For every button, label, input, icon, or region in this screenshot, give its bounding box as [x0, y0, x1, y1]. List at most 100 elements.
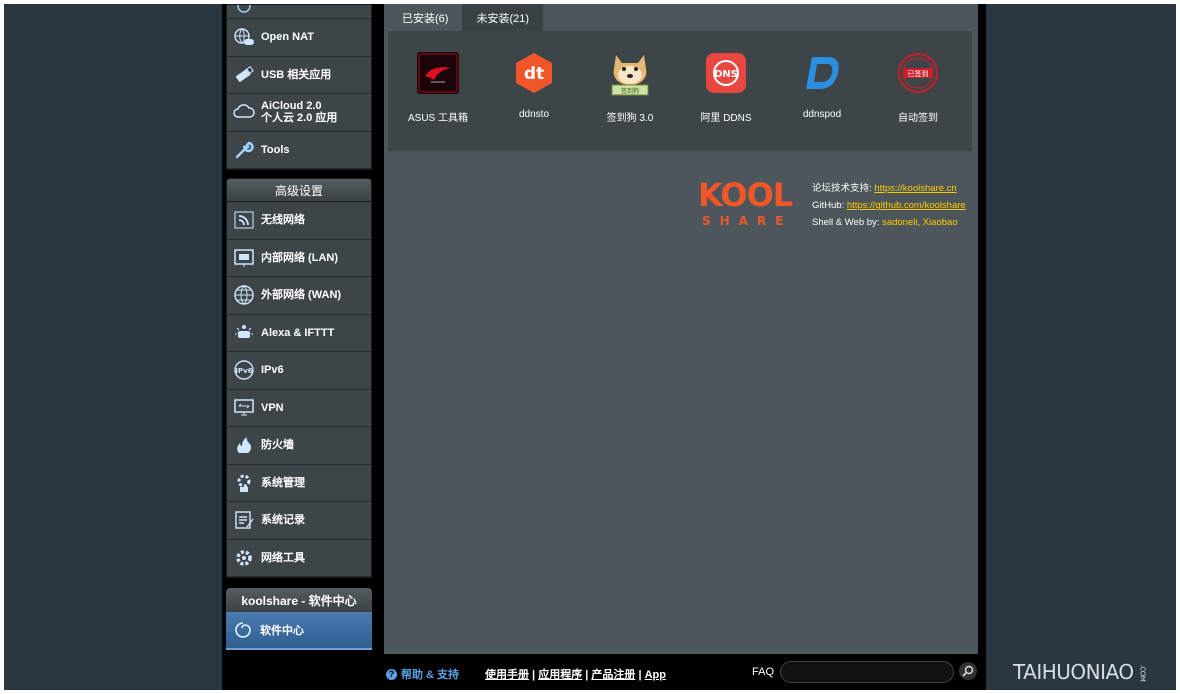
- sidebar-item-tools[interactable]: Tools: [227, 131, 371, 169]
- doge-icon: 签到狗: [608, 51, 652, 96]
- help-label: 帮助 & 支持: [401, 669, 460, 681]
- register-link[interactable]: 产品注册: [591, 669, 635, 681]
- app-name: ASUS 工具箱: [407, 113, 468, 124]
- app-name: ddnsto: [518, 109, 550, 120]
- sidebar-item-open-nat[interactable]: Open NAT: [227, 19, 371, 57]
- firewall-icon: [233, 434, 255, 456]
- sidebar-item-system-admin[interactable]: 系统管理: [227, 464, 371, 502]
- dns-icon: DNS: [704, 51, 748, 95]
- stamp-icon: 已签到: [896, 51, 940, 95]
- forum-line: 论坛技术支持: https://koolshare.cn: [812, 180, 966, 197]
- credits: 论坛技术支持: https://koolshare.cn GitHub: htt…: [812, 180, 966, 231]
- app-ddnsto[interactable]: dt ddnsto: [486, 51, 582, 120]
- question-icon: ?: [386, 668, 397, 680]
- app-name: 阿里 DDNS: [700, 113, 752, 124]
- sidebar-item-label: IPv6: [261, 364, 284, 377]
- sidebar-item-wireless[interactable]: 无线网络: [227, 202, 371, 240]
- watermark: TAIHUONIAO .COM: [1013, 660, 1150, 684]
- app-doge[interactable]: 签到狗 签到狗 3.0: [582, 51, 678, 124]
- search-icon: [962, 665, 974, 677]
- cloud-icon: [233, 101, 255, 123]
- sidebar-item-label: 系统记录: [261, 514, 305, 527]
- sidebar-item-software-center[interactable]: 软件中心: [226, 612, 372, 650]
- sidebar-item-label: USB 相关应用: [261, 68, 332, 81]
- shell-line: Shell & Web by: sadoneli, Xiaobao: [812, 214, 966, 231]
- ipv6-icon: IPv6: [233, 359, 255, 381]
- sidebar-item-label: 网络工具: [261, 551, 305, 564]
- globe-icon: [233, 284, 255, 306]
- footer-links: 使用手册 | 应用程序 | 产品注册 | App: [485, 669, 666, 681]
- utility-link[interactable]: 应用程序: [538, 669, 582, 681]
- logo-top-text: KOOL: [698, 176, 793, 214]
- faq-search-input[interactable]: [780, 661, 954, 683]
- rog-icon: [416, 51, 460, 95]
- sidebar: Open NAT USB 相关应用 AiCloud 2.0 个人云 2.0 应用…: [226, 4, 372, 650]
- partial-icon: [233, 5, 255, 18]
- app-ddnspod[interactable]: ddnspod: [774, 51, 870, 120]
- github-label: GitHub:: [812, 200, 847, 211]
- app-asus-toolbox[interactable]: ASUS 工具箱: [390, 51, 486, 124]
- sidebar-item-label-group: AiCloud 2.0 个人云 2.0 应用: [261, 100, 337, 124]
- top-menu: Open NAT USB 相关应用 AiCloud 2.0 个人云 2.0 应用…: [226, 4, 372, 170]
- svg-text:签到狗: 签到狗: [621, 87, 639, 95]
- github-link[interactable]: https://github.com/koolshare: [847, 200, 966, 211]
- sidebar-item-wan[interactable]: 外部网络 (WAN): [227, 277, 371, 315]
- wireless-icon: [233, 209, 255, 231]
- shell-label: Shell & Web by:: [812, 217, 883, 228]
- swirl-icon: [232, 619, 254, 641]
- sidebar-item-alexa[interactable]: Alexa & IFTTT: [227, 314, 371, 352]
- sidebar-item-label: Tools: [261, 143, 290, 156]
- wrench-icon: [233, 139, 255, 161]
- author-sadoneli: sadoneli: [882, 217, 918, 228]
- sidebar-item-system-log[interactable]: 系统记录: [227, 502, 371, 540]
- ddnspod-icon: [800, 51, 844, 95]
- sidebar-item-usb[interactable]: USB 相关应用: [227, 56, 371, 94]
- sidebar-item-aicloud[interactable]: AiCloud 2.0 个人云 2.0 应用: [227, 94, 371, 132]
- sidebar-item-label: 无线网络: [261, 214, 305, 227]
- sidebar-item-label: Alexa & IFTTT: [261, 326, 335, 339]
- tab-not-installed[interactable]: 未安装(21): [462, 4, 544, 31]
- advanced-settings-header: 高级设置: [226, 178, 372, 202]
- svg-text:已签到: 已签到: [908, 69, 929, 78]
- watermark-text: TAIHUONIAO: [1013, 660, 1134, 684]
- sidebar-item-partial[interactable]: [227, 5, 371, 19]
- app-link[interactable]: App: [645, 669, 666, 681]
- sidebar-item-vpn[interactable]: VPN: [227, 389, 371, 427]
- sidebar-item-lan[interactable]: 内部网络 (LAN): [227, 239, 371, 277]
- vpn-icon: [233, 397, 255, 419]
- sidebar-item-label: 防火墙: [261, 439, 294, 452]
- koolshare-header: koolshare - 软件中心: [226, 588, 372, 612]
- tab-bar: 已安装(6) 未安装(21): [388, 4, 544, 31]
- advanced-menu: 无线网络 内部网络 (LAN) 外部网络 (WAN) Alexa & IFTTT…: [226, 202, 372, 578]
- ddnsto-icon: dt: [512, 51, 556, 95]
- svg-text:DNS: DNS: [714, 69, 738, 80]
- tab-installed[interactable]: 已安装(6): [388, 4, 463, 31]
- usb-icon: [233, 64, 255, 86]
- author-xiaobao: Xiaobao: [922, 217, 958, 228]
- app-auto-sign[interactable]: 已签到 自动签到: [870, 51, 966, 124]
- help-support-link[interactable]: ? 帮助 & 支持: [386, 666, 459, 682]
- app-name: ddnspod: [802, 109, 842, 120]
- sidebar-item-network-tools[interactable]: 网络工具: [227, 539, 371, 577]
- sidebar-item-label: 外部网络 (WAN): [261, 289, 342, 302]
- sidebar-item-label: 系统管理: [261, 476, 305, 489]
- lan-icon: [233, 247, 255, 269]
- sidebar-item-label-line2: 个人云 2.0 应用: [261, 112, 338, 125]
- logo-bottom-text: SHARE: [702, 214, 792, 228]
- app-ali-ddns[interactable]: DNS 阿里 DDNS: [678, 51, 774, 124]
- manual-link[interactable]: 使用手册: [485, 669, 529, 681]
- github-line: GitHub: https://github.com/koolshare: [812, 197, 966, 214]
- gamepad-globe-icon: [233, 26, 255, 48]
- koolshare-logo: KOOL SHARE: [698, 176, 806, 228]
- system-admin-icon: [233, 472, 255, 494]
- forum-link[interactable]: https://koolshare.cn: [874, 183, 956, 194]
- installed-apps-grid: ASUS 工具箱 dt ddnsto 签到狗 签到狗 3.0 DNS 阿里 DD…: [388, 31, 972, 151]
- app-name: 签到狗 3.0: [606, 113, 654, 124]
- faq-search-button[interactable]: [959, 662, 977, 680]
- faq-label: FAQ: [752, 666, 775, 678]
- bottom-bar: ? 帮助 & 支持 使用手册 | 应用程序 | 产品注册 | App FAQ: [384, 658, 984, 686]
- sidebar-item-ipv6[interactable]: IPv6 IPv6: [227, 352, 371, 390]
- sidebar-item-label-line1: AiCloud 2.0: [261, 100, 322, 113]
- app-name: 自动签到: [898, 113, 938, 124]
- sidebar-item-firewall[interactable]: 防火墙: [227, 427, 371, 465]
